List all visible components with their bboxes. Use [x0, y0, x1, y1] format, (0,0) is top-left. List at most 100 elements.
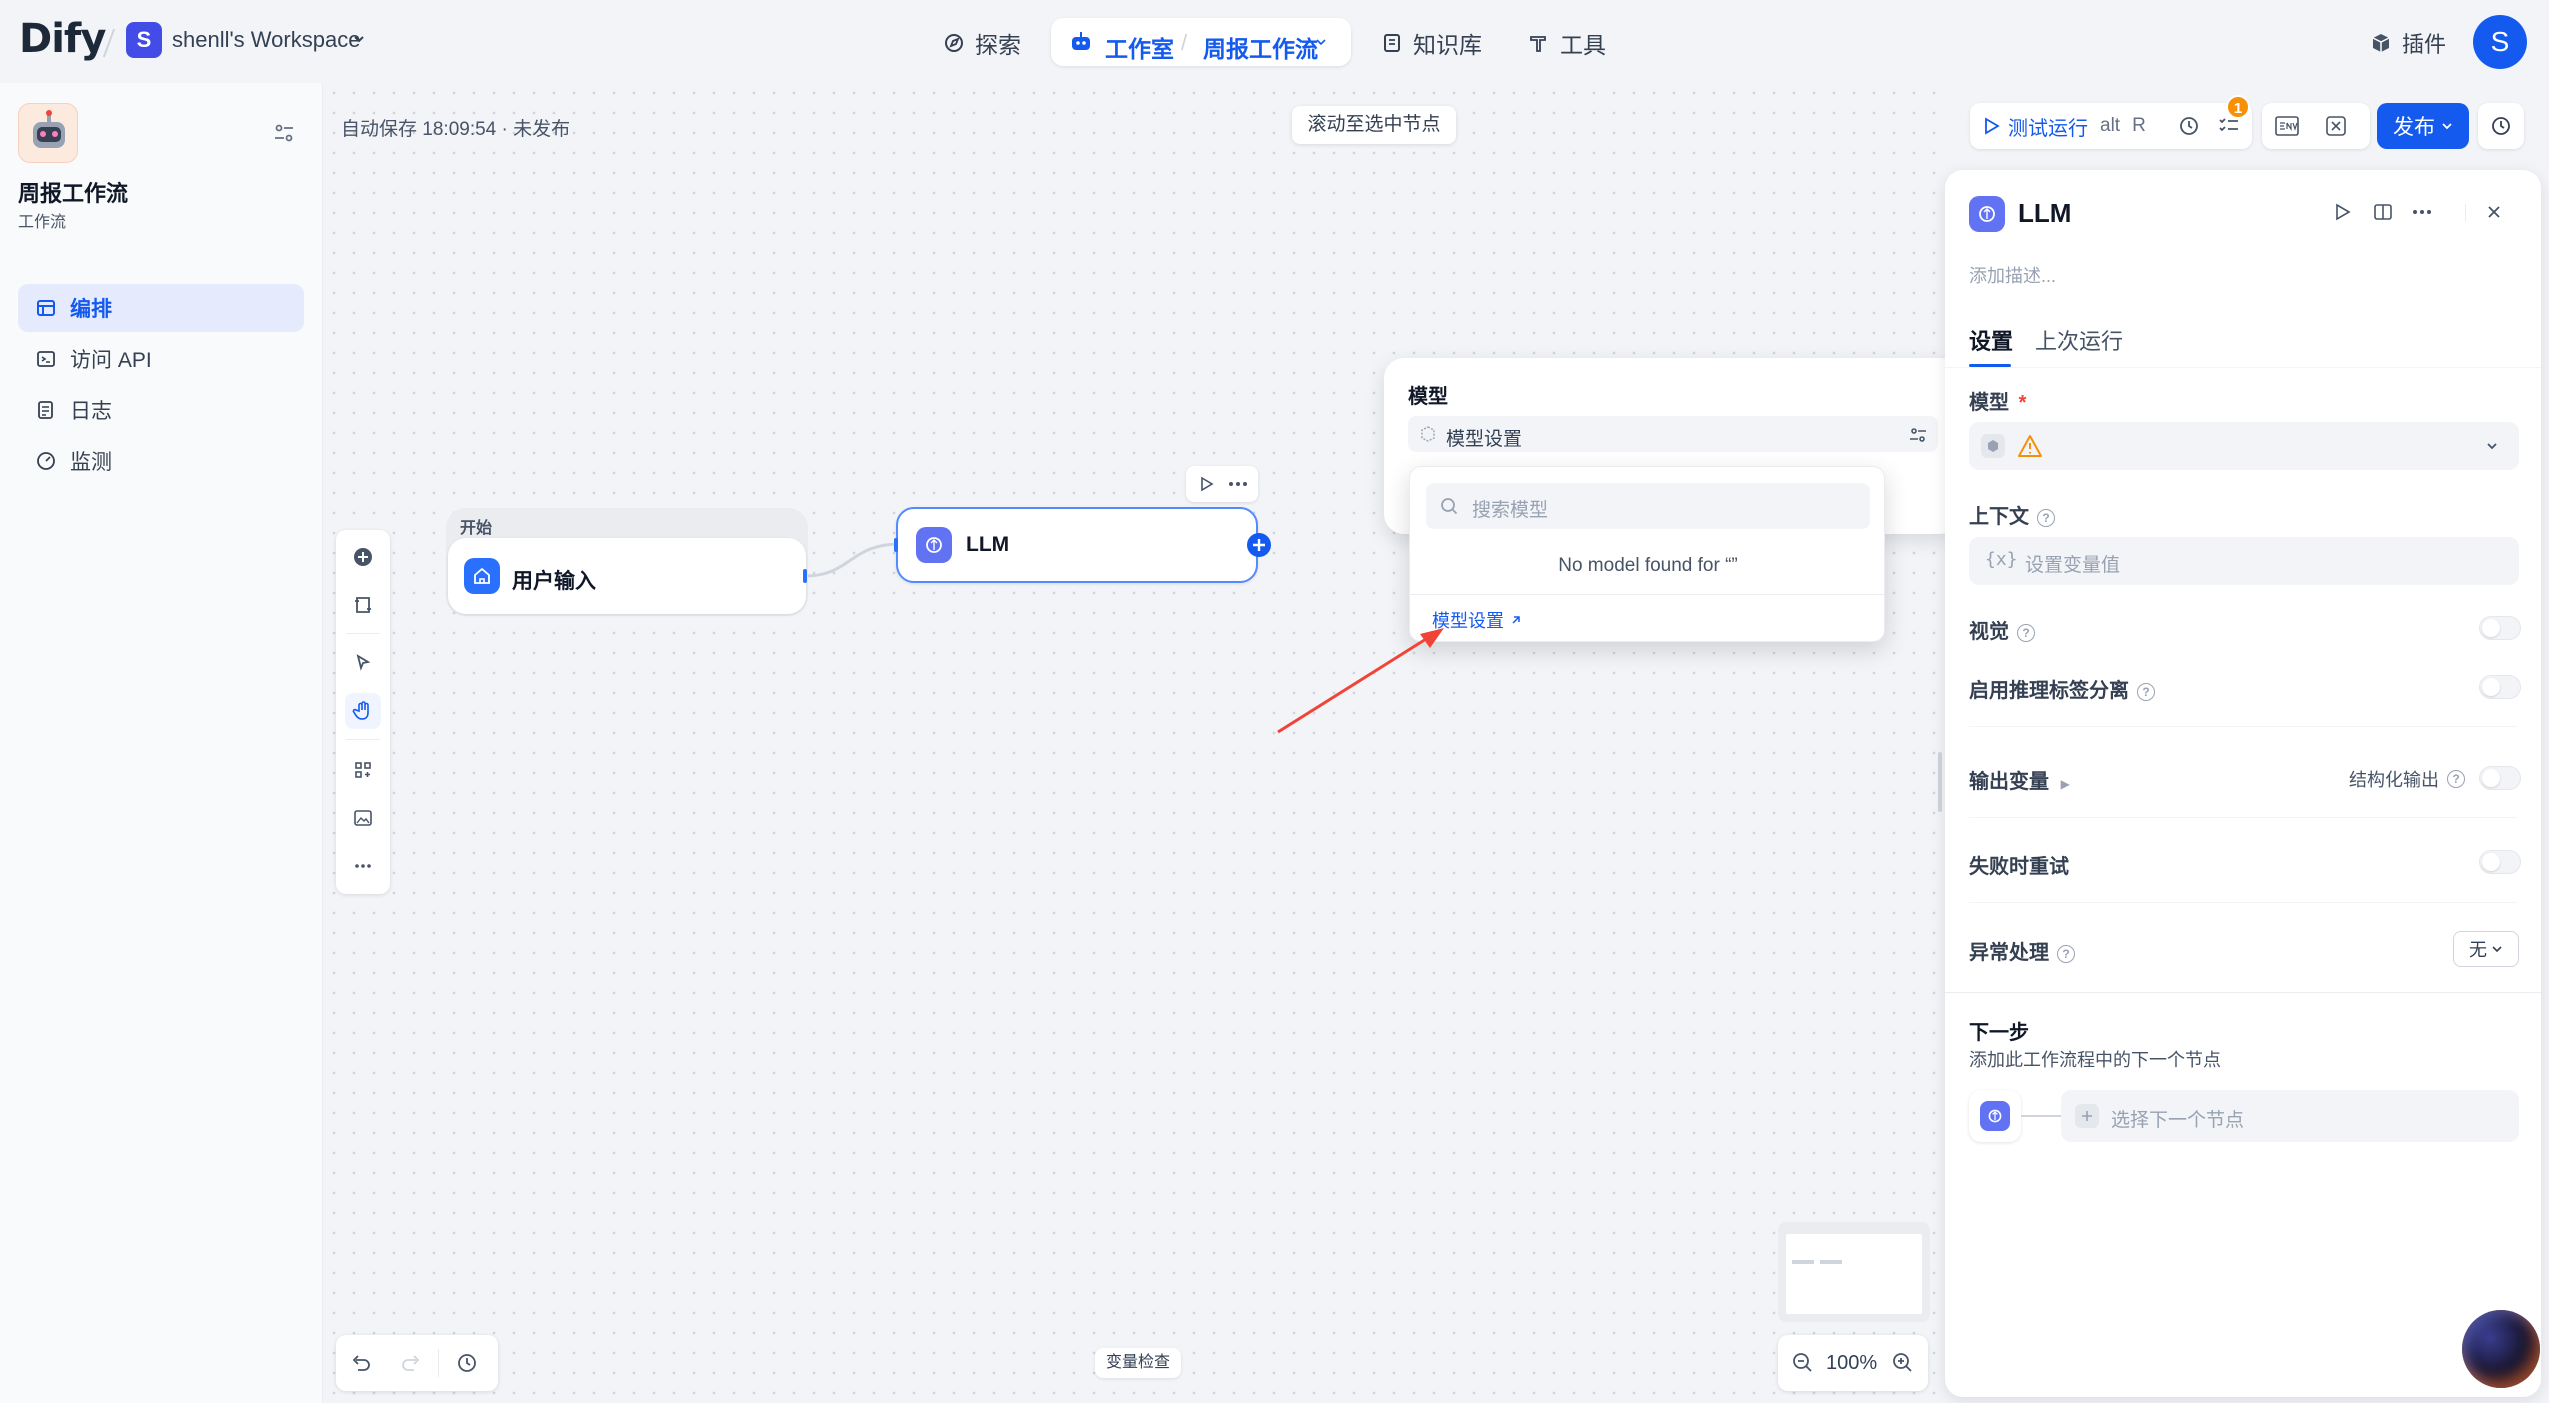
shortcut-alt: alt	[2100, 115, 2121, 136]
pointer-icon[interactable]	[345, 645, 381, 681]
help-icon[interactable]: ?	[2037, 508, 2055, 527]
workspace-name[interactable]: shenll's Workspace	[172, 27, 360, 53]
history-icon[interactable]	[456, 1352, 478, 1374]
help-icon[interactable]: ?	[2057, 944, 2075, 963]
test-run-label: 测试运行	[2008, 117, 2088, 140]
zoom-in-icon[interactable]	[1892, 1352, 1914, 1374]
help-icon[interactable]: ?	[2137, 682, 2155, 701]
structured-output-toggle[interactable]	[2479, 766, 2521, 790]
minimap[interactable]	[1778, 1222, 1930, 1322]
model-selector-placeholder: 模型设置	[1446, 429, 1523, 450]
sidebar-item-monitor[interactable]: 监测	[18, 437, 304, 485]
nav-tools[interactable]: 工具	[1528, 26, 1606, 60]
llm-icon	[916, 527, 952, 563]
split-view-icon[interactable]	[2373, 202, 2393, 222]
panel-resize-handle[interactable]	[1938, 752, 1942, 812]
llm-node[interactable]: LLM	[896, 507, 1258, 583]
model-label: 模型 *	[1969, 386, 2026, 415]
nav-knowledge[interactable]: 知识库	[1381, 26, 1482, 60]
help-icon[interactable]: ?	[2447, 770, 2465, 788]
output-vars-label-text: 输出变量	[1969, 771, 2049, 793]
vision-label-text: 视觉	[1969, 621, 2009, 643]
test-run-button[interactable]: 测试运行 alt R	[1970, 103, 2160, 149]
more-icon[interactable]	[1228, 476, 1248, 492]
sidebar-item-label: 日志	[70, 400, 112, 423]
settings-sliders-icon[interactable]	[1908, 425, 1928, 445]
arrow-up-right-icon	[1510, 614, 1522, 626]
more-icon[interactable]	[345, 848, 381, 884]
context-variable-input[interactable]: {x} 设置变量值	[1969, 537, 2519, 585]
reasoning-label-text: 启用推理标签分离	[1969, 680, 2129, 702]
retry-label: 失败时重试	[1969, 856, 2069, 878]
select-next-node-button[interactable]: 选择下一个节点	[2061, 1090, 2519, 1142]
error-handling-select[interactable]: 无	[2453, 931, 2519, 967]
vision-toggle[interactable]	[2479, 616, 2521, 640]
nav-studio[interactable]: 工作室	[1105, 30, 1174, 64]
caret-right-icon: ▶	[2060, 777, 2070, 791]
chevron-down-icon[interactable]	[352, 32, 366, 46]
scroll-to-node-button[interactable]: 滚动至选中节点	[1292, 106, 1456, 144]
conversation-variable-icon[interactable]	[2324, 114, 2348, 138]
hand-icon[interactable]	[345, 693, 381, 729]
sidebar: 周报工作流 工作流 编排 访问 API 日志 监测	[0, 83, 323, 1403]
reasoning-toggle[interactable]	[2479, 675, 2521, 699]
add-node-icon[interactable]	[345, 539, 381, 575]
redo-icon[interactable]	[400, 1352, 422, 1374]
sidebar-item-logs[interactable]: 日志	[18, 386, 304, 434]
section-divider	[1969, 817, 2517, 818]
description-input[interactable]: 添加描述...	[1969, 262, 2056, 288]
organize-icon[interactable]	[345, 752, 381, 788]
section-divider	[1969, 902, 2517, 903]
nav-explore[interactable]: 探索	[943, 26, 1021, 60]
zoom-out-icon[interactable]	[1792, 1352, 1814, 1374]
panel-title[interactable]: LLM	[2018, 198, 2071, 229]
node-config-panel: LLM 添加描述... 设置 上次运行 模型 * 上下文? {x} 设置变量值 …	[1945, 170, 2541, 1397]
more-icon[interactable]	[2411, 202, 2433, 222]
tab-last-run[interactable]: 上次运行	[2035, 324, 2123, 356]
dify-logo[interactable]: Dify	[19, 16, 106, 62]
close-icon[interactable]	[2485, 203, 2503, 221]
add-next-node-icon[interactable]	[1247, 533, 1271, 557]
compass-icon	[943, 32, 965, 54]
plugins-button[interactable]: 插件	[2370, 27, 2446, 59]
retry-toggle[interactable]	[2479, 850, 2521, 874]
sidebar-item-api[interactable]: 访问 API	[18, 335, 304, 383]
checklist-badge: 1	[2226, 95, 2250, 119]
zoom-level[interactable]: 100%	[1826, 1352, 1877, 1375]
next-step-label: 下一步	[1969, 1022, 2029, 1044]
variable-inspect-button[interactable]: 变量检查	[1095, 1348, 1181, 1378]
undo-icon[interactable]	[350, 1352, 372, 1374]
assistant-orb[interactable]	[2462, 1310, 2540, 1388]
export-image-icon[interactable]	[345, 800, 381, 836]
plugins-label: 插件	[2402, 32, 2447, 57]
workflow-canvas[interactable]	[324, 83, 1945, 1403]
nav-explore-label: 探索	[975, 32, 1021, 58]
context-label: 上下文?	[1969, 500, 2055, 529]
add-note-icon[interactable]	[345, 587, 381, 623]
play-icon[interactable]	[2333, 203, 2351, 221]
sidebar-settings-icon[interactable]	[272, 121, 296, 145]
env-icon[interactable]	[2274, 114, 2300, 138]
run-history-icon[interactable]	[2178, 115, 2200, 137]
model-search-input[interactable]: 搜索模型	[1426, 483, 1870, 529]
nav-current-app[interactable]: 周报工作流	[1203, 30, 1318, 64]
chevron-down-icon[interactable]	[1315, 36, 1327, 48]
help-icon[interactable]: ?	[2017, 623, 2035, 642]
model-select[interactable]	[1969, 422, 2519, 470]
tab-settings[interactable]: 设置	[1969, 324, 2013, 356]
llm-node-target-handle[interactable]	[894, 538, 898, 552]
sidebar-item-orchestrate[interactable]: 编排	[18, 284, 304, 332]
start-node-handle[interactable]	[803, 569, 807, 583]
output-vars-label[interactable]: 输出变量 ▶	[1969, 765, 2070, 794]
version-history-button[interactable]	[2478, 103, 2524, 149]
checklist-icon[interactable]	[2218, 116, 2240, 136]
publish-button[interactable]: 发布	[2377, 103, 2469, 149]
workspace-badge[interactable]: S	[126, 22, 162, 58]
model-selector[interactable]: 模型设置	[1408, 416, 1938, 452]
start-node[interactable]: 用户输入	[448, 538, 806, 614]
play-icon[interactable]	[1198, 476, 1214, 492]
user-avatar[interactable]: S	[2473, 15, 2527, 69]
model-search-placeholder: 搜索模型	[1472, 500, 1549, 521]
app-avatar[interactable]	[18, 103, 78, 163]
error-handling-label: 异常处理?	[1969, 936, 2075, 965]
